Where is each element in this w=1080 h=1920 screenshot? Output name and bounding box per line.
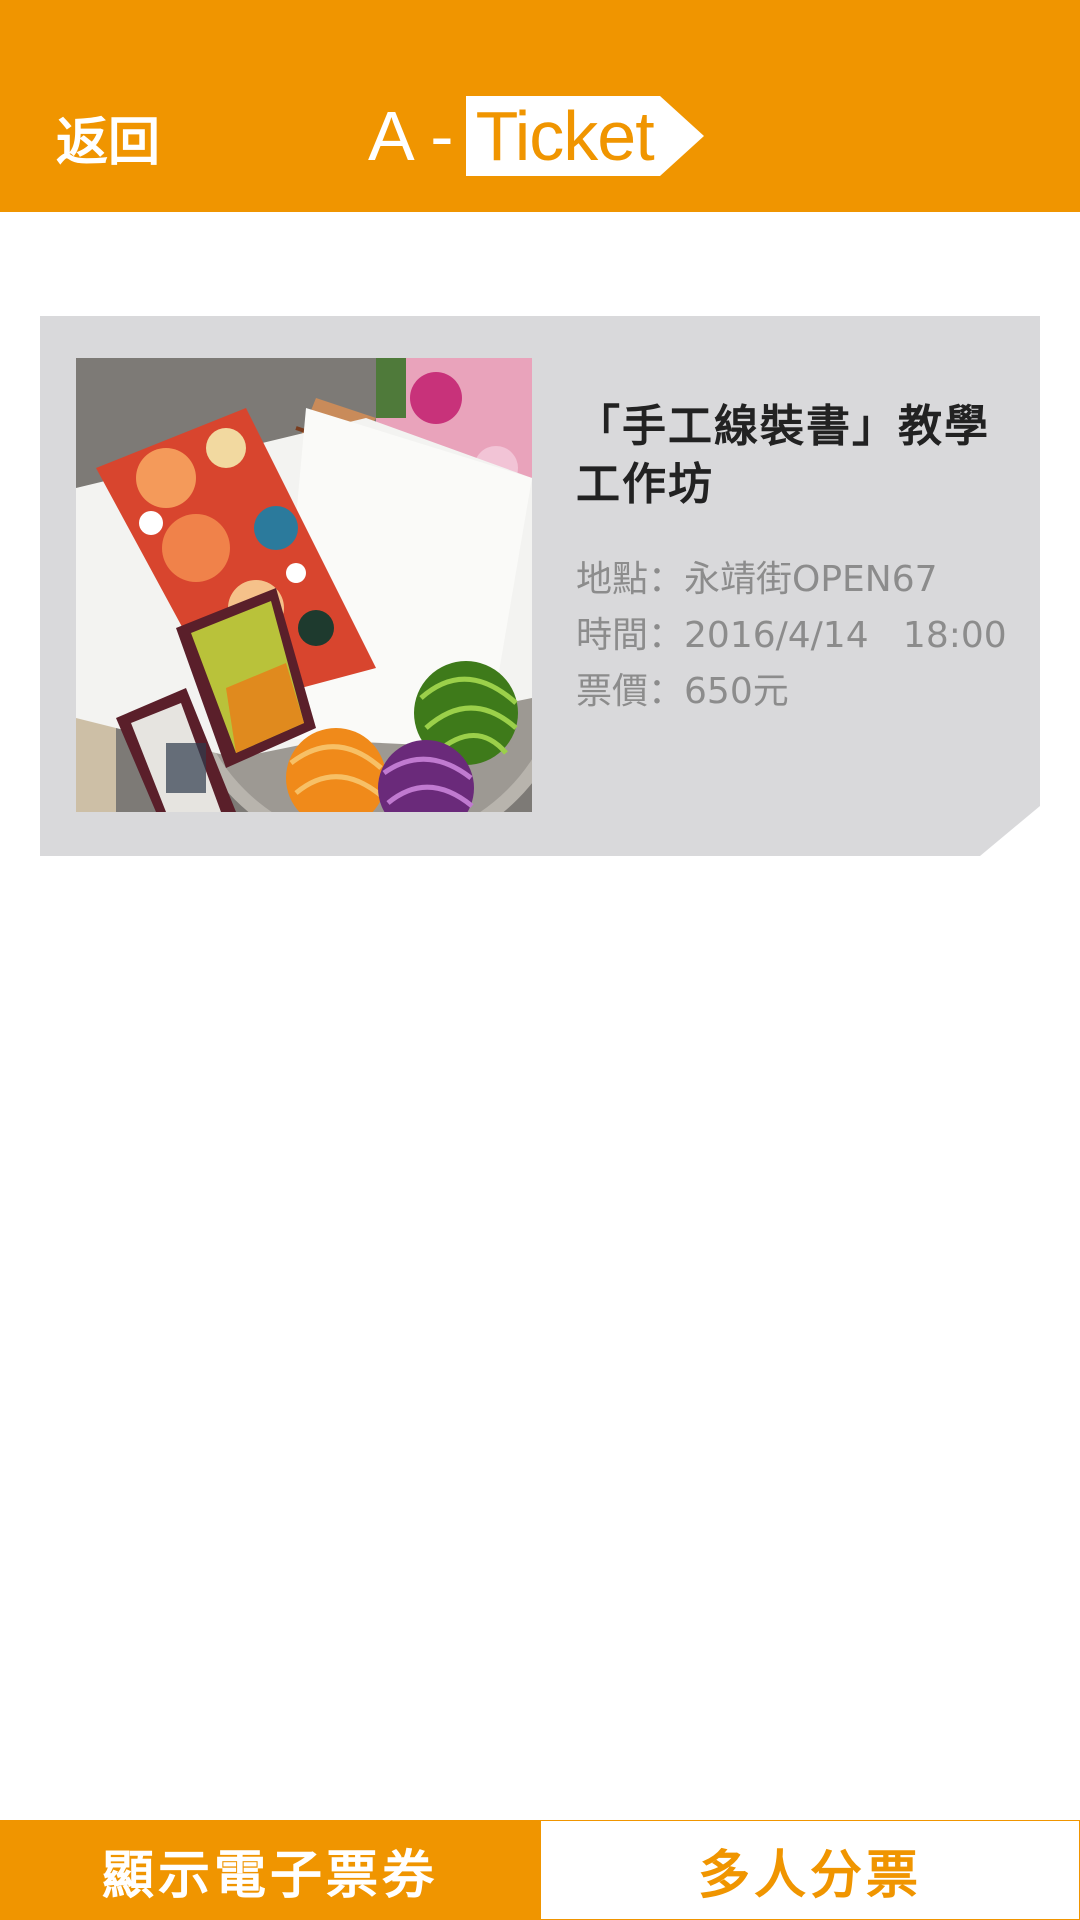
app-logo: A - Ticket — [368, 96, 704, 176]
event-title: 「手工線裝書」教學工作坊 — [576, 401, 990, 510]
event-price-row: 票價：650元 — [576, 664, 1007, 720]
split-ticket-button[interactable]: 多人分票 — [540, 1820, 1080, 1920]
event-image — [76, 358, 532, 812]
back-button[interactable]: 返回 — [56, 100, 160, 175]
logo-ticket-text: Ticket — [465, 96, 660, 176]
event-card[interactable]: 「手工線裝書」教學工作坊 地點：永靖街OPEN67 時間：2016/4/14 1… — [40, 316, 1040, 856]
bottom-action-bar: 顯示電子票券 多人分票 — [0, 1820, 1080, 1920]
event-location-row: 地點：永靖街OPEN67 — [576, 552, 1007, 608]
app-header: 返回 A - Ticket — [0, 0, 1080, 212]
event-time-row: 時間：2016/4/14 18:00 — [576, 608, 1007, 664]
logo-arrow-icon — [659, 96, 704, 176]
craft-materials-image — [76, 358, 532, 812]
show-e-ticket-button[interactable]: 顯示電子票券 — [0, 1820, 540, 1920]
location-label: 地點： — [576, 559, 685, 600]
time-label: 時間： — [576, 615, 685, 656]
logo-ticket-tag: Ticket — [465, 96, 704, 176]
location-value: 永靖街OPEN67 — [684, 559, 938, 600]
ticket-detail-screen: 返回 A - Ticket 「手工線裝書」教學工作坊 地點：永靖街OPEN67 … — [0, 0, 1080, 1920]
price-value: 650元 — [684, 671, 789, 712]
event-info: 地點：永靖街OPEN67 時間：2016/4/14 18:00 票價：650元 — [576, 552, 1007, 720]
time-value: 2016/4/14 18:00 — [684, 615, 1007, 656]
price-label: 票價： — [576, 671, 685, 712]
logo-prefix: A - — [368, 97, 454, 175]
